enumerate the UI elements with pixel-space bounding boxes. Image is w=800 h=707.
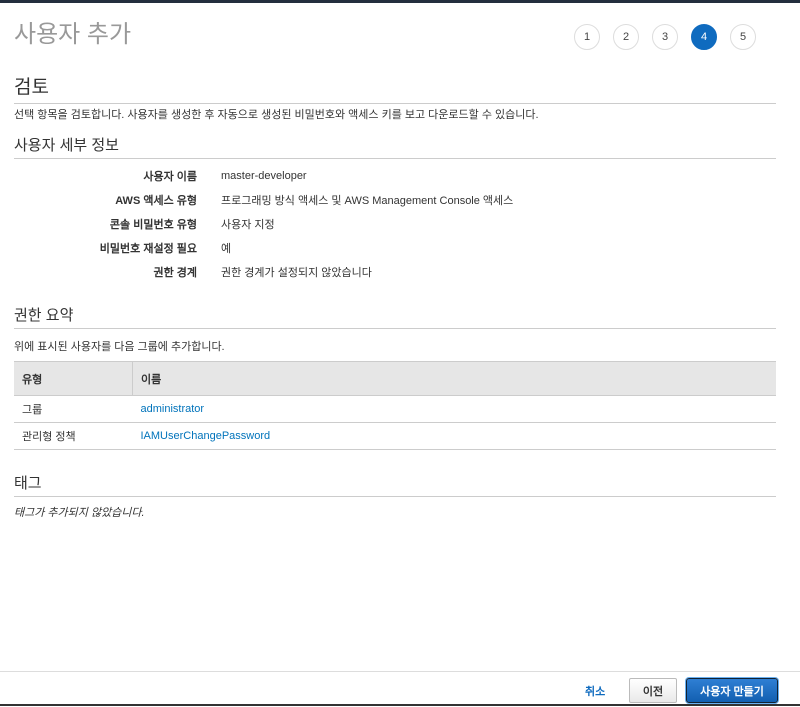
permissions-description: 위에 표시된 사용자를 다음 그룹에 추가합니다. xyxy=(14,341,225,353)
review-heading: 검토 xyxy=(14,72,776,104)
detail-value: 권한 경계가 설정되지 않았습니다 xyxy=(221,267,372,279)
detail-row: 권한 경계 권한 경계가 설정되지 않았습니다 xyxy=(14,260,513,284)
row-type: 그룹 xyxy=(14,395,133,423)
detail-label: AWS 액세스 유형 xyxy=(115,195,197,207)
step-5[interactable]: 5 xyxy=(730,24,756,50)
create-user-button[interactable]: 사용자 만들기 xyxy=(686,678,778,703)
step-3[interactable]: 3 xyxy=(652,24,678,50)
tags-heading: 태그 xyxy=(14,472,776,497)
page-title: 사용자 추가 xyxy=(14,21,132,48)
detail-row: 콘솔 비밀번호 유형 사용자 지정 xyxy=(14,212,513,236)
user-details-heading: 사용자 세부 정보 xyxy=(14,134,776,159)
top-bar xyxy=(0,0,800,3)
step-1[interactable]: 1 xyxy=(574,24,600,50)
wizard-steps: 1 2 3 4 5 xyxy=(574,24,756,50)
detail-value: 사용자 지정 xyxy=(221,219,275,231)
detail-label: 사용자 이름 xyxy=(143,171,197,183)
detail-row: AWS 액세스 유형 프로그래밍 방식 액세스 및 AWS Management … xyxy=(14,188,513,212)
previous-button[interactable]: 이전 xyxy=(629,678,677,703)
review-description: 선택 항목을 검토합니다. 사용자를 생성한 후 자동으로 생성된 비밀번호와 … xyxy=(14,109,539,121)
step-2[interactable]: 2 xyxy=(613,24,639,50)
tags-empty-text: 태그가 추가되지 않았습니다. xyxy=(14,507,145,519)
table-row: 그룹 administrator xyxy=(14,395,776,423)
detail-value: 프로그래밍 방식 액세스 및 AWS Management Console 액세… xyxy=(221,195,514,207)
detail-value: master-developer xyxy=(221,170,307,182)
row-name-link[interactable]: IAMUserChangePassword xyxy=(141,430,271,442)
column-header-type: 유형 xyxy=(14,361,133,396)
permissions-heading: 권한 요약 xyxy=(14,304,776,329)
column-header-name: 이름 xyxy=(132,361,776,396)
row-name-link[interactable]: administrator xyxy=(141,403,205,415)
row-type: 관리형 정책 xyxy=(14,422,133,450)
detail-value: 예 xyxy=(221,243,232,255)
permissions-table: 유형 이름 그룹 administrator 관리형 정책 IAMUserChange… xyxy=(14,361,776,450)
detail-row: 사용자 이름 master-developer xyxy=(14,164,513,188)
table-row: 관리형 정책 IAMUserChangePassword xyxy=(14,422,776,450)
detail-label: 권한 경계 xyxy=(153,267,197,279)
detail-label: 콘솔 비밀번호 유형 xyxy=(109,219,197,231)
user-details: 사용자 이름 master-developer AWS 액세스 유형 프로그래밍 방… xyxy=(14,164,514,284)
step-4-active[interactable]: 4 xyxy=(691,24,717,50)
detail-row: 비밀번호 재설정 필요 예 xyxy=(14,236,513,260)
detail-label: 비밀번호 재설정 필요 xyxy=(99,243,197,255)
cancel-button[interactable]: 취소 xyxy=(585,683,605,699)
footer xyxy=(0,671,800,707)
